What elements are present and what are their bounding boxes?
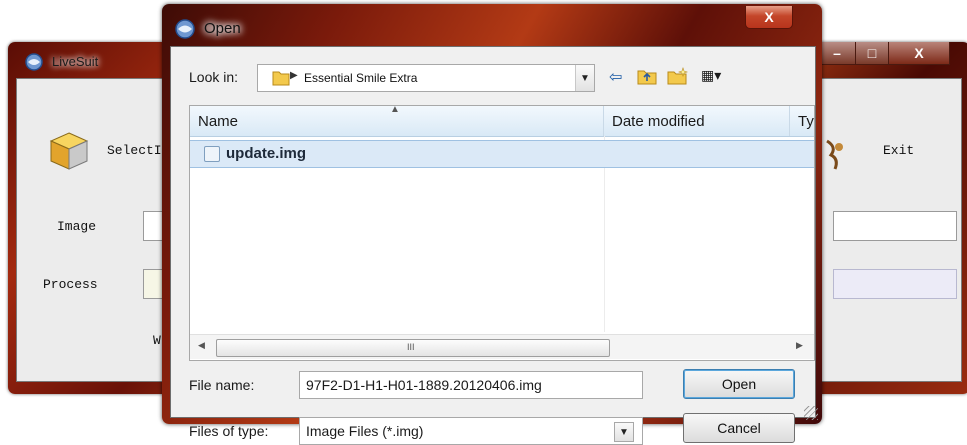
- file-name-label: File name:: [189, 377, 255, 393]
- file-list[interactable]: Name Date modified Ty ▲ update.img ◀ III: [189, 105, 815, 361]
- scroll-right-icon[interactable]: ▶: [796, 340, 803, 351]
- column-header-date-modified[interactable]: Date modified: [604, 106, 790, 136]
- scrollbar-thumb[interactable]: III: [216, 339, 610, 357]
- file-name-input[interactable]: 97F2-D1-H1-H01-1889.20120406.img: [299, 371, 643, 399]
- cancel-button[interactable]: Cancel: [683, 413, 795, 443]
- resize-grip[interactable]: [804, 406, 818, 420]
- partial-label: W: [153, 333, 161, 348]
- list-header: Name Date modified Ty ▲: [190, 106, 814, 137]
- up-folder-icon[interactable]: [637, 67, 657, 87]
- livesuit-close-button[interactable]: X: [888, 42, 950, 65]
- dialog-client-area: Look in: ▶ Essential Smile Extra ▼ ⇦ ▦▾ …: [170, 46, 816, 445]
- process-label: Process: [43, 277, 98, 292]
- file-name: update.img: [226, 145, 307, 162]
- combo-arrow-icon[interactable]: ▼: [575, 65, 594, 91]
- look-in-label: Look in:: [189, 69, 239, 85]
- dialog-title: Open: [204, 20, 241, 37]
- process-bar-right: [833, 269, 957, 299]
- maximize-button[interactable]: □: [855, 42, 889, 65]
- livesuit-title: LiveSuit: [52, 54, 99, 69]
- select-image-label[interactable]: SelectI: [107, 143, 162, 158]
- image-label: Image: [57, 219, 97, 234]
- files-of-type-combo[interactable]: Image Files (*.img) ▼: [299, 417, 643, 445]
- livesuit-app-icon: [25, 53, 43, 71]
- files-of-type-value: Image Files (*.img): [306, 423, 424, 439]
- scrollbar-grip: III: [407, 342, 415, 352]
- open-button[interactable]: Open: [683, 369, 795, 399]
- dialog-app-icon: [175, 19, 195, 39]
- exit-icon[interactable]: [823, 137, 847, 173]
- livesuit-caption-buttons: – □ X: [818, 42, 966, 65]
- look-in-path: Essential Smile Extra: [304, 71, 418, 85]
- files-of-type-label: Files of type:: [189, 423, 269, 439]
- column-header-type-label: Ty: [798, 112, 814, 130]
- back-arrow-icon[interactable]: ⇦: [609, 67, 622, 87]
- package-box-icon[interactable]: [47, 129, 91, 173]
- column-header-type[interactable]: Ty: [790, 106, 814, 136]
- file-row[interactable]: update.img: [190, 140, 814, 168]
- combo-arrow-icon[interactable]: ▼: [614, 422, 634, 442]
- column-header-name-label: Name: [198, 112, 239, 130]
- breadcrumb-arrow-icon: ▶: [290, 70, 298, 81]
- column-header-date-label: Date modified: [612, 112, 705, 130]
- exit-label[interactable]: Exit: [883, 143, 914, 158]
- dialog-close-button[interactable]: X: [745, 6, 793, 29]
- new-folder-icon[interactable]: [667, 67, 689, 87]
- folder-icon: [272, 71, 290, 86]
- img-file-icon: [204, 146, 220, 162]
- look-in-combo[interactable]: ▶ Essential Smile Extra ▼: [257, 64, 595, 92]
- minimize-button[interactable]: –: [818, 42, 856, 65]
- image-path-field-right[interactable]: [833, 211, 957, 241]
- view-menu-icon[interactable]: ▦▾: [701, 67, 721, 87]
- horizontal-scrollbar[interactable]: ◀ III ▶: [190, 334, 814, 359]
- open-dialog: Open X Look in: ▶ Essential Smile Extra …: [162, 4, 822, 445]
- scroll-left-icon[interactable]: ◀: [198, 340, 205, 351]
- sort-up-icon: ▲: [390, 105, 400, 115]
